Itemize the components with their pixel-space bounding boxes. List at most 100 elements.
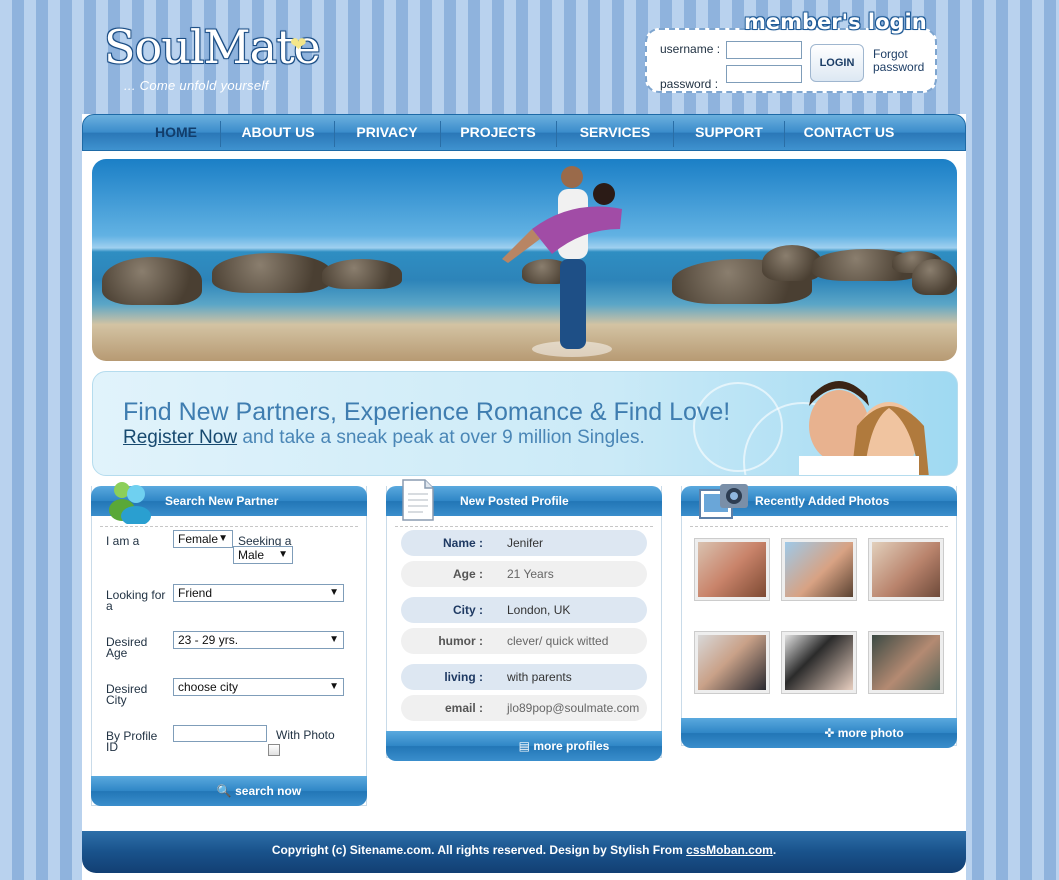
photo-camera-icon xyxy=(699,484,748,519)
dropdown-arrow-icon: ▼ xyxy=(218,533,228,544)
looking-for-label: Looking for a xyxy=(106,588,166,613)
photo-thumbnail[interactable] xyxy=(781,631,857,694)
photos-panel: Recently Added Photos ✜ more photo xyxy=(681,484,957,748)
couple-figure xyxy=(502,166,622,357)
photo-image xyxy=(785,635,853,690)
nav-support[interactable]: SUPPORT xyxy=(676,115,782,150)
dropdown-arrow-icon: ▼ xyxy=(278,549,288,560)
profile-key: humor : xyxy=(438,634,483,648)
desired-age-label: Desired Age xyxy=(106,635,148,660)
profile-key: Age : xyxy=(453,567,483,581)
banner-subline: Register Now and take a sneak peak at ov… xyxy=(123,427,645,449)
photo-thumbnail[interactable] xyxy=(694,631,770,694)
profile-value: London, UK xyxy=(507,603,571,617)
seeking-select[interactable]: Male ▼ xyxy=(233,546,293,564)
photo-image xyxy=(698,542,766,597)
rock xyxy=(102,257,202,305)
photo-image xyxy=(872,542,940,597)
photo-thumbnail[interactable] xyxy=(781,538,857,601)
nav-divider xyxy=(220,121,221,147)
banner-subline-text: and take a sneak peak at over 9 million … xyxy=(237,427,645,448)
footer-copyright: Copyright (c) Sitename.com. All rights r… xyxy=(271,843,687,857)
promo-banner: Find New Partners, Experience Romance & … xyxy=(92,371,958,476)
photo-thumbnail[interactable] xyxy=(868,631,944,694)
more-profiles-button[interactable]: ▤ more profiles xyxy=(386,731,662,761)
footer-link[interactable]: cssMoban.com xyxy=(686,843,773,857)
login-box: username : password : LOGIN Forgot passw… xyxy=(645,28,937,93)
forgot-password-link[interactable]: Forgot password xyxy=(873,48,933,74)
password-label: password : xyxy=(660,77,719,91)
profile-row-humor: humor : clever/ quick witted xyxy=(401,628,647,654)
footer: Copyright (c) Sitename.com. All rights r… xyxy=(82,831,966,873)
desired-city-select-value: choose city xyxy=(178,680,239,694)
more-photo-button[interactable]: ✜ more photo xyxy=(681,718,957,748)
search-icon: 🔍 xyxy=(216,784,232,798)
desired-city-select[interactable]: choose city ▼ xyxy=(173,678,344,696)
rock xyxy=(912,259,957,295)
username-input[interactable] xyxy=(726,41,802,59)
search-panel: Search New Partner I am a Female ▼ Seekin… xyxy=(91,482,367,806)
document-icon xyxy=(402,479,434,521)
users-icon xyxy=(109,482,151,524)
photo-image xyxy=(872,635,940,690)
seeking-select-value: Male xyxy=(238,548,265,562)
profile-doc-icon: ▤ xyxy=(518,739,530,753)
dropdown-arrow-icon: ▼ xyxy=(329,681,339,692)
profile-row-email: email : jlo89pop@soulmate.com xyxy=(401,695,647,721)
gender-select-value: Female xyxy=(178,532,219,546)
profile-row-city: City : London, UK xyxy=(401,597,647,623)
photo-image xyxy=(698,635,766,690)
profile-id-input[interactable] xyxy=(173,725,267,742)
nav-contact-us[interactable]: CONTACT US xyxy=(787,115,911,150)
nav-divider xyxy=(334,121,335,147)
looking-for-select[interactable]: Friend ▼ xyxy=(173,584,344,602)
nav-divider xyxy=(784,121,785,147)
login-title: member's login xyxy=(744,10,927,34)
password-input[interactable] xyxy=(726,65,802,83)
profile-key: living : xyxy=(444,670,483,684)
search-now-button[interactable]: 🔍 search now xyxy=(91,776,367,806)
profile-value: jlo89pop@soulmate.com xyxy=(507,701,640,715)
banner-headline: Find New Partners, Experience Romance & … xyxy=(123,398,731,426)
hero-image xyxy=(92,159,957,361)
dashed-divider xyxy=(395,526,653,527)
profile-value: with parents xyxy=(507,670,572,684)
register-now-link[interactable]: Register Now xyxy=(123,427,237,448)
nav-home[interactable]: HOME xyxy=(123,115,229,150)
photos-panel-title: Recently Added Photos xyxy=(755,494,890,508)
more-photo-label: more photo xyxy=(837,726,904,740)
profile-row-name: Name : Jenifer xyxy=(401,530,647,556)
nav-projects[interactable]: PROJECTS xyxy=(443,115,553,150)
photo-image xyxy=(785,542,853,597)
profile-value: 21 Years xyxy=(507,567,554,581)
nav-about-us[interactable]: ABOUT US xyxy=(225,115,331,150)
profile-row-age: Age : 21 Years xyxy=(401,561,647,587)
nav-services[interactable]: SERVICES xyxy=(559,115,671,150)
logo-text: SoulMate xyxy=(104,20,321,74)
dashed-divider xyxy=(100,526,358,527)
login-button[interactable]: LOGIN xyxy=(810,44,864,82)
profile-key: City : xyxy=(453,603,483,617)
rock xyxy=(322,259,402,289)
rock xyxy=(212,253,332,293)
with-photo-checkbox[interactable] xyxy=(268,744,280,756)
target-icon: ✜ xyxy=(824,726,835,740)
profile-row-living: living : with parents xyxy=(401,664,647,690)
nav-divider xyxy=(556,121,557,147)
profile-value: clever/ quick witted xyxy=(507,634,609,648)
search-now-label: search now xyxy=(235,784,302,798)
logo-tagline: ... Come unfold yourself xyxy=(124,78,269,93)
profile-panel: New Posted Profile Name : Jenifer Age : 21… xyxy=(386,479,662,761)
photo-thumbnail[interactable] xyxy=(694,538,770,601)
looking-for-select-value: Friend xyxy=(178,586,213,600)
dashed-divider xyxy=(690,526,948,527)
nav-privacy[interactable]: PRIVACY xyxy=(337,115,437,150)
gender-select[interactable]: Female ▼ xyxy=(173,530,233,548)
heart-icon: ❤ xyxy=(290,34,307,56)
desired-age-select[interactable]: 23 - 29 yrs. ▼ xyxy=(173,631,344,649)
footer-end: . xyxy=(772,843,777,857)
photo-thumbnail[interactable] xyxy=(868,538,944,601)
profile-key: Name : xyxy=(442,536,483,550)
search-panel-title: Search New Partner xyxy=(165,494,279,508)
logo[interactable]: SoulMate ❤ ... Come unfold yourself xyxy=(104,20,321,100)
